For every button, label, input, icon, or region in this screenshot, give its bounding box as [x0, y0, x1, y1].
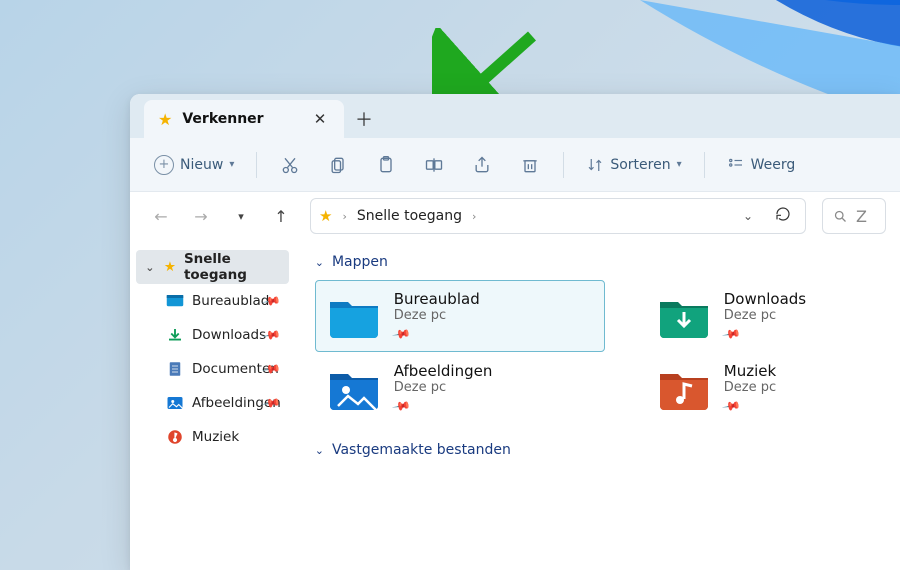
- new-label: Nieuw: [180, 157, 223, 173]
- share-button[interactable]: [461, 147, 503, 183]
- sidebar: ⌄ ★ Snelle toegang Bureaublad 📌 Download…: [130, 240, 295, 570]
- folder-title: Afbeeldingen: [394, 362, 493, 380]
- folder-card-pictures[interactable]: Afbeeldingen Deze pc 📌: [315, 352, 605, 424]
- breadcrumb-separator: ›: [342, 210, 346, 223]
- folder-subtitle: Deze pc: [724, 308, 806, 323]
- sidebar-item-label: Muziek: [192, 429, 239, 445]
- refresh-button[interactable]: [769, 206, 797, 226]
- new-tab-button[interactable]: ＋: [344, 100, 384, 138]
- folder-pictures-icon: [328, 366, 380, 410]
- breadcrumb-root[interactable]: Snelle toegang: [357, 208, 462, 224]
- tab-title: Verkenner: [182, 111, 296, 127]
- paste-button[interactable]: [365, 147, 407, 183]
- folder-title: Bureaublad: [394, 290, 480, 308]
- copy-button[interactable]: [317, 147, 359, 183]
- section-title: Mappen: [332, 254, 388, 270]
- sort-icon: [586, 156, 604, 174]
- file-explorer-window: ★ Verkenner ✕ ＋ + Nieuw ▾ Sorteren ▾ Wee…: [130, 94, 900, 570]
- pin-icon: 📌: [391, 324, 411, 344]
- cut-button[interactable]: [269, 147, 311, 183]
- chevron-down-icon: ⌄: [315, 256, 324, 269]
- tab-verkenner[interactable]: ★ Verkenner ✕: [144, 100, 344, 138]
- sidebar-item-quick-access[interactable]: ⌄ ★ Snelle toegang: [136, 250, 289, 284]
- rename-button[interactable]: [413, 147, 455, 183]
- sidebar-item-label: Snelle toegang: [184, 251, 281, 283]
- toolbar-separator: [704, 152, 705, 178]
- toolbar-separator: [256, 152, 257, 178]
- section-header-folders[interactable]: ⌄ Mappen: [315, 254, 900, 270]
- view-icon: [727, 156, 745, 174]
- folder-subtitle: Deze pc: [724, 380, 776, 395]
- address-bar[interactable]: ★ › Snelle toegang › ⌄: [310, 198, 806, 234]
- search-box[interactable]: Z: [822, 198, 886, 234]
- up-button[interactable]: ↑: [264, 199, 298, 233]
- pin-icon: 📌: [721, 324, 741, 344]
- folder-desktop-icon: [328, 294, 380, 338]
- folder-title: Muziek: [724, 362, 776, 380]
- pin-icon: 📌: [721, 396, 741, 416]
- pictures-icon: [166, 395, 184, 411]
- address-dropdown[interactable]: ⌄: [737, 209, 759, 223]
- star-icon: ★: [164, 259, 176, 275]
- recent-dropdown[interactable]: ▾: [224, 199, 258, 233]
- pin-icon: 📌: [391, 396, 411, 416]
- star-icon: ★: [319, 207, 332, 225]
- folder-card-downloads[interactable]: Downloads Deze pc 📌: [645, 280, 900, 352]
- folder-downloads-icon: [658, 294, 710, 338]
- sidebar-item-downloads[interactable]: Downloads 📌: [136, 318, 289, 352]
- new-button[interactable]: + Nieuw ▾: [144, 147, 244, 183]
- sidebar-item-documents[interactable]: Documenten 📌: [136, 352, 289, 386]
- search-hint: Z: [856, 207, 867, 226]
- chevron-down-icon: ⌄: [144, 261, 156, 274]
- view-label: Weerg: [751, 157, 796, 173]
- plus-circle-icon: +: [154, 155, 174, 175]
- chevron-down-icon: ⌄: [315, 444, 324, 457]
- view-button[interactable]: Weerg: [717, 147, 806, 183]
- search-icon: [833, 209, 848, 224]
- folder-card-desktop[interactable]: Bureaublad Deze pc 📌: [315, 280, 605, 352]
- star-icon: ★: [158, 110, 172, 129]
- sidebar-item-label: Bureaublad: [192, 293, 269, 309]
- folder-title: Downloads: [724, 290, 806, 308]
- main-pane: ⌄ Mappen Bureaublad Deze pc 📌: [295, 240, 900, 570]
- back-button[interactable]: ←: [144, 199, 178, 233]
- document-icon: [166, 361, 184, 377]
- folder-card-music[interactable]: Muziek Deze pc 📌: [645, 352, 900, 424]
- desktop-icon: [166, 293, 184, 309]
- content-area: ⌄ ★ Snelle toegang Bureaublad 📌 Download…: [130, 240, 900, 570]
- folder-subtitle: Deze pc: [394, 308, 480, 323]
- sidebar-item-pictures[interactable]: Afbeeldingen 📌: [136, 386, 289, 420]
- sidebar-item-music[interactable]: Muziek: [136, 420, 289, 454]
- music-icon: [166, 429, 184, 445]
- chevron-down-icon: ▾: [677, 159, 682, 170]
- folder-subtitle: Deze pc: [394, 380, 493, 395]
- chevron-down-icon: ▾: [229, 159, 234, 170]
- breadcrumb-separator: ›: [472, 210, 476, 223]
- delete-button[interactable]: [509, 147, 551, 183]
- toolbar-separator: [563, 152, 564, 178]
- folder-music-icon: [658, 366, 710, 410]
- sort-label: Sorteren: [610, 157, 670, 173]
- titlebar: ★ Verkenner ✕ ＋: [130, 94, 900, 138]
- navigation-row: ← → ▾ ↑ ★ › Snelle toegang › ⌄ Z: [130, 192, 900, 240]
- close-tab-button[interactable]: ✕: [306, 105, 334, 133]
- sidebar-item-label: Downloads: [192, 327, 266, 343]
- forward-button[interactable]: →: [184, 199, 218, 233]
- section-header-pinned[interactable]: ⌄ Vastgemaakte bestanden: [315, 442, 900, 458]
- download-icon: [166, 327, 184, 343]
- section-title: Vastgemaakte bestanden: [332, 442, 511, 458]
- toolbar: + Nieuw ▾ Sorteren ▾ Weerg: [130, 138, 900, 192]
- sort-button[interactable]: Sorteren ▾: [576, 147, 691, 183]
- sidebar-item-desktop[interactable]: Bureaublad 📌: [136, 284, 289, 318]
